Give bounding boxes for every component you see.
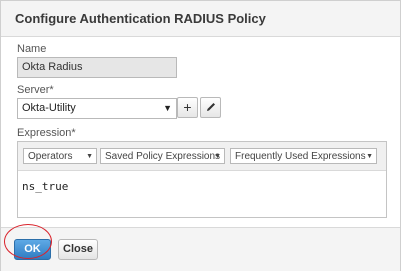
frequently-used-expressions-label: Frequently Used Expressions <box>235 151 366 162</box>
chevron-down-icon: ▼ <box>214 153 221 160</box>
saved-policy-expressions-label: Saved Policy Expressions <box>105 151 221 162</box>
operators-dropdown-label: Operators <box>28 151 73 162</box>
edit-server-button[interactable] <box>200 97 221 118</box>
expression-text[interactable]: ns_true <box>22 180 68 193</box>
name-field[interactable]: Okta Radius <box>17 57 177 78</box>
ok-button[interactable]: OK <box>14 239 51 260</box>
server-select[interactable]: Okta-Utility ▼ <box>17 98 177 119</box>
chevron-down-icon: ▼ <box>163 103 172 113</box>
dialog-header: Configure Authentication RADIUS Policy <box>1 1 400 37</box>
expression-toolbar: Operators ▼ Saved Policy Expressions ▼ F… <box>18 142 386 171</box>
chevron-down-icon: ▼ <box>366 153 373 160</box>
dialog-footer: OK Close <box>1 227 400 271</box>
chevron-down-icon: ▼ <box>86 153 93 160</box>
operators-dropdown[interactable]: Operators ▼ <box>23 148 97 164</box>
close-button[interactable]: Close <box>58 239 98 260</box>
server-select-value: Okta-Utility <box>22 102 76 114</box>
add-server-button[interactable]: + <box>177 97 198 118</box>
expression-editor[interactable]: Operators ▼ Saved Policy Expressions ▼ F… <box>17 141 387 218</box>
expression-label: Expression* <box>17 127 76 139</box>
pencil-icon <box>206 103 215 111</box>
dialog-title: Configure Authentication RADIUS Policy <box>15 11 266 26</box>
server-label: Server* <box>17 84 54 96</box>
frequently-used-expressions-dropdown[interactable]: Frequently Used Expressions ▼ <box>230 148 377 164</box>
plus-icon: + <box>183 99 192 115</box>
saved-policy-expressions-dropdown[interactable]: Saved Policy Expressions ▼ <box>100 148 225 164</box>
configure-radius-policy-dialog: Configure Authentication RADIUS Policy N… <box>0 0 401 271</box>
name-label: Name <box>17 43 47 55</box>
